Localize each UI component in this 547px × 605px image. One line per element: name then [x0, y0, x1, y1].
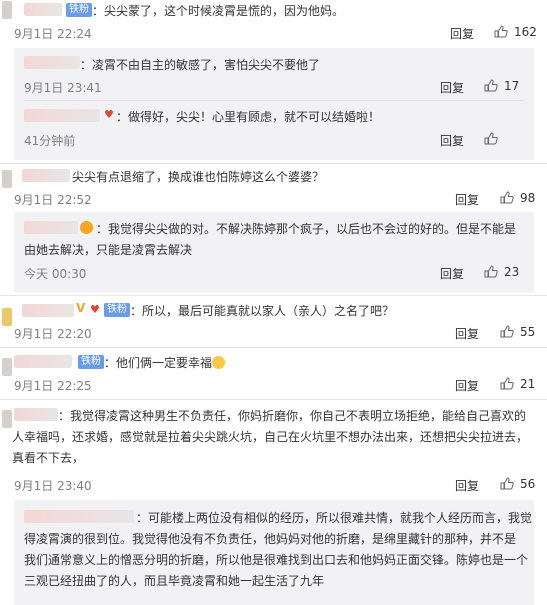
like-button[interactable]: 21 — [500, 377, 535, 391]
comment-text: 尖尖有点退缩了，换成谁也怕陈婷这么个婆婆？ — [72, 170, 325, 184]
fan-badge: 铁粉 — [66, 3, 92, 17]
like-count: 98 — [520, 191, 536, 205]
comment-5: ：我觉得凌霄这种男生不负责任，你妈折磨你，你自己不表明立场拒绝，能给自己喜欢的 … — [0, 402, 547, 496]
avatar[interactable] — [2, 308, 12, 326]
divider — [24, 100, 524, 101]
avatar[interactable] — [2, 170, 12, 188]
reply-text: ：凌霄不由自主的敏感了，害怕尖尖不要他了 — [80, 58, 321, 72]
reply-button[interactable]: 回复 — [450, 25, 474, 42]
reply-text-cont: 得凌霄演的很到位。我觉得他没有不负责任，他妈妈对他的折磨，是绵里藏针的那种，并不… — [24, 532, 517, 546]
avatar[interactable] — [2, 358, 12, 376]
timestamp: 9月1日 22:25 — [14, 379, 92, 393]
reply-button[interactable]: 回复 — [440, 79, 464, 96]
like-button[interactable]: 162 — [494, 25, 537, 39]
reply-box: ：我觉得尖尖做的对。不解决陈婷那个疯子，以后也不会过的好的。但是不能是 由她去解… — [14, 212, 534, 292]
comment-1: 铁粉 ：尖尖蒙了，这个时候凌霄是慌的，因为他妈。 9月1日 22:24 回复 1… — [0, 0, 547, 48]
like-button[interactable]: 17 — [484, 79, 519, 93]
username-blurred[interactable] — [22, 169, 70, 182]
like-count: 21 — [520, 377, 536, 391]
username-blurred[interactable] — [22, 304, 74, 317]
comment-text: ：我觉得凌霄这种男生不负责任，你妈折磨你，你自己不表明立场拒绝，能给自己喜欢的 — [58, 409, 527, 423]
comment-text-cont: 人幸福吗，还求婚，感觉就是拉着尖尖跳火坑，自己在火坑里不想办法出来，还想把尖尖拉… — [12, 430, 529, 444]
timestamp: 今天 00:30 — [24, 267, 87, 281]
like-button[interactable] — [484, 132, 504, 146]
reply-button[interactable]: 回复 — [455, 325, 479, 342]
reply-text-cont: 三观已经扭曲了的人，而且毕竟凌霄和她一起生活了九年 — [24, 574, 325, 588]
thumbs-up-icon — [500, 325, 514, 338]
username-blurred[interactable] — [24, 56, 80, 69]
avatar[interactable] — [2, 1, 12, 19]
like-count: 56 — [520, 477, 536, 491]
thumbs-up-icon — [484, 132, 498, 145]
fan-badge: 铁粉 — [78, 355, 104, 369]
like-button[interactable]: 98 — [500, 191, 535, 205]
reply-text: ：做得好，尖尖！心里有顾虑，就不可以结婚啦！ — [116, 110, 381, 124]
thumbs-up-icon — [500, 377, 514, 390]
thumbs-up-icon — [500, 191, 514, 204]
reply-text-cont: 由她去解决，只能是凌霄去解决 — [24, 243, 193, 257]
username-blurred[interactable] — [24, 510, 134, 523]
reply-box: ：凌霄不由自主的敏感了，害怕尖尖不要他了 9月1日 23:41 回复 17 ♥ … — [14, 48, 534, 160]
thumbs-up-icon — [484, 265, 498, 278]
heart-icon: ♥ — [90, 303, 100, 316]
like-count: 17 — [504, 79, 520, 93]
reply-button[interactable]: 回复 — [440, 132, 464, 149]
username-blurred[interactable] — [24, 109, 100, 122]
timestamp: 9月1日 23:40 — [14, 479, 92, 493]
thumbs-up-icon — [494, 25, 508, 38]
username-blurred[interactable] — [14, 408, 58, 421]
comment-3: V ♥ 铁粉 ：所以，最后可能真就以家人（亲人）之名了吧？ 9月1日 22:20… — [0, 298, 547, 346]
divider — [0, 295, 547, 296]
thumbs-up-icon — [500, 477, 514, 490]
username-blurred[interactable] — [14, 355, 72, 368]
divider — [0, 347, 547, 348]
timestamp: 9月1日 22:24 — [14, 27, 92, 41]
vip-v-icon: V — [76, 301, 86, 315]
reply-button[interactable]: 回复 — [455, 477, 479, 494]
fan-badge: 铁粉 — [104, 303, 130, 317]
comment-text-cont: 真看不下去， — [12, 451, 85, 465]
avatar[interactable] — [2, 410, 12, 428]
comment-text: ：尖尖蒙了，这个时候凌霄是慌的，因为他妈。 — [92, 4, 345, 18]
like-count: 55 — [520, 325, 536, 339]
crying-face-icon — [212, 356, 225, 369]
timestamp: 9月1日 22:52 — [14, 193, 92, 207]
username-blurred[interactable] — [24, 221, 78, 234]
timestamp: 9月1日 22:20 — [14, 327, 92, 341]
reply-button[interactable]: 回复 — [440, 265, 464, 282]
like-count: 23 — [504, 265, 520, 279]
like-button[interactable]: 56 — [500, 477, 535, 491]
timestamp: 9月1日 23:41 — [24, 81, 102, 95]
thumbs-up-icon — [484, 79, 498, 92]
reply-text: ：可能楼上两位没有相似的经历，所以很难共情，就我个人经历而言，我觉 — [136, 511, 533, 525]
reply-button[interactable]: 回复 — [455, 191, 479, 208]
reply-text: ：我觉得尖尖做的对。不解决陈婷那个疯子，以后也不会过的好的。但是不能是 — [96, 222, 517, 236]
reply-box: ：可能楼上两位没有相似的经历，所以很难共情，就我个人经历而言，我觉 得凌霄演的很… — [14, 500, 534, 605]
comment-text: ：他们俩一定要幸福 — [104, 356, 213, 370]
username-blurred[interactable] — [24, 3, 62, 16]
comment-4: 铁粉 ：他们俩一定要幸福 9月1日 22:25 回复 21 — [0, 350, 547, 398]
like-button[interactable]: 23 — [484, 265, 519, 279]
reply-button[interactable]: 回复 — [455, 377, 479, 394]
like-count: 162 — [514, 25, 537, 39]
timestamp: 41分钟前 — [24, 134, 76, 148]
vip-v-icon — [80, 221, 93, 234]
divider — [0, 399, 547, 400]
like-button[interactable]: 55 — [500, 325, 535, 339]
comment-text: ：所以，最后可能真就以家人（亲人）之名了吧？ — [130, 304, 395, 318]
comment-2: 尖尖有点退缩了，换成谁也怕陈婷这么个婆婆？ 9月1日 22:52 回复 98 — [0, 164, 547, 210]
reply-text-cont: 我们通常意义上的憎恶分明的折磨，所以他是很难找到出口去和他妈妈正面交锋。陈婷也是… — [24, 553, 529, 567]
heart-icon: ♥ — [104, 108, 114, 121]
